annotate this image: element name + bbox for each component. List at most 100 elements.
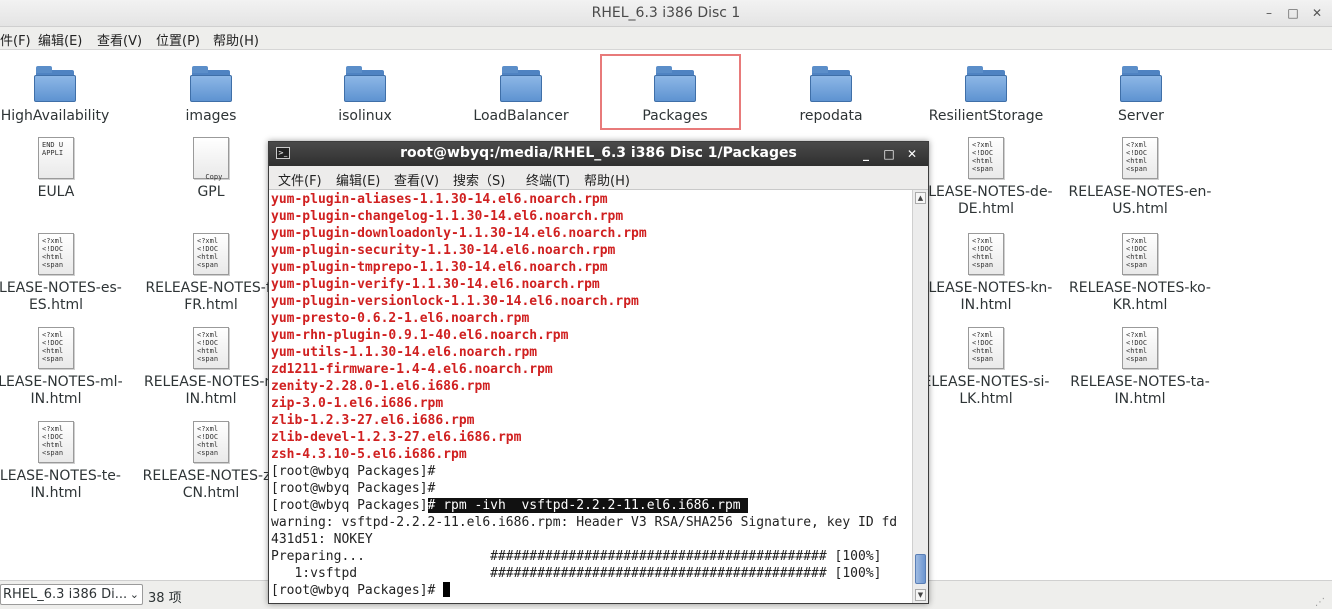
terminal-menu-terminal[interactable]: 终端(T): [526, 170, 570, 189]
document-icon: Copy: [193, 137, 229, 181]
location-select-value: RHEL_6.3 i386 Di...: [3, 587, 128, 602]
file-label: ELEASE-NOTES-es-: [0, 280, 122, 296]
file-label: IN.html: [960, 297, 1012, 313]
file-label: IN.html: [30, 485, 82, 501]
folder-item[interactable]: Server: [1066, 64, 1216, 125]
menu-help[interactable]: 帮助(H): [213, 30, 259, 49]
document-icon: <?xml <!DOC <html <span: [193, 233, 229, 275]
terminal-titlebar[interactable]: >_ root@wbyq:/media/RHEL_6.3 i386 Disc 1…: [269, 142, 928, 166]
file-item[interactable]: <?xml <!DOC <html <span RELEASE-NOTES-fr…: [136, 233, 286, 314]
terminal-maximize-button[interactable]: □: [881, 145, 897, 163]
folder-item-selected[interactable]: Packages: [600, 64, 750, 125]
window-title: RHEL_6.3 i386 Disc 1: [591, 5, 741, 21]
folder-icon: [654, 64, 696, 102]
document-icon: <?xml <!DOC <html <span: [968, 327, 1004, 369]
file-label: KR.html: [1112, 297, 1168, 313]
terminal-line: yum-plugin-verify-1.1.30-14.el6.noarch.r…: [271, 277, 600, 292]
folder-item[interactable]: LoadBalancer: [446, 64, 596, 125]
folder-label: HighAvailability: [0, 108, 110, 124]
folder-item[interactable]: ResilientStorage: [911, 64, 1061, 125]
terminal-line: warning: vsftpd-2.2.2-11.el6.i686.rpm: H…: [271, 515, 898, 530]
scroll-down-icon[interactable]: ▼: [915, 589, 926, 601]
terminal-close-button[interactable]: ✕: [904, 145, 920, 163]
terminal-line: zsh-4.3.10-5.el6.i686.rpm: [271, 447, 467, 462]
document-icon: <?xml <!DOC <html <span: [38, 233, 74, 275]
folder-label: LoadBalancer: [473, 108, 569, 124]
file-label: RELEASE-NOTES-ta-: [1070, 374, 1210, 390]
file-label: LK.html: [959, 391, 1013, 407]
terminal-line: 1:vsftpd ###############################…: [271, 566, 882, 581]
item-count: 38 项: [148, 591, 182, 606]
file-item[interactable]: <?xml <!DOC <html <span ELEASE-NOTES-es-…: [0, 233, 131, 314]
terminal-menu-search[interactable]: 搜索（S): [453, 170, 505, 189]
menu-places[interactable]: 位置(P): [156, 30, 200, 49]
document-icon: <?xml <!DOC <html <span: [1122, 137, 1158, 179]
folder-item[interactable]: HighAvailability: [0, 64, 130, 125]
terminal-line: yum-plugin-downloadonly-1.1.30-14.el6.no…: [271, 226, 647, 241]
document-icon: END U APPLI: [38, 137, 74, 179]
terminal-menu-edit[interactable]: 编辑(E): [336, 170, 380, 189]
file-item[interactable]: <?xml <!DOC <html <span RELEASE-NOTES-zh…: [136, 421, 286, 502]
terminal-line: yum-plugin-changelog-1.1.30-14.el6.noarc…: [271, 209, 624, 224]
folder-icon: [965, 64, 1007, 102]
file-item[interactable]: <?xml <!DOC <html <span RELEASE-NOTES-en…: [1065, 137, 1215, 218]
terminal-prompt-line: [root@wbyq Packages]#: [271, 464, 436, 479]
terminal-scrollbar[interactable]: ▲ ▼: [912, 190, 928, 603]
terminal-line: Preparing... ###########################…: [271, 549, 882, 564]
terminal-line: yum-plugin-versionlock-1.1.30-14.el6.noa…: [271, 294, 639, 309]
resize-grip-icon[interactable]: ⋰: [1315, 597, 1329, 608]
terminal-menubar: 文件(F) 编辑(E) 查看(V) 搜索（S) 终端(T) 帮助(H): [269, 166, 928, 190]
terminal-line: zenity-2.28.0-1.el6.i686.rpm: [271, 379, 491, 394]
file-item[interactable]: <?xml <!DOC <html <span RELEASE-NOTES-ko…: [1065, 233, 1215, 314]
terminal-menu-view[interactable]: 查看(V): [394, 170, 439, 189]
terminal-line: yum-rhn-plugin-0.9.1-40.el6.noarch.rpm: [271, 328, 569, 343]
terminal-line: yum-plugin-tmprepo-1.1.30-14.el6.noarch.…: [271, 260, 608, 275]
folder-item[interactable]: repodata: [756, 64, 906, 125]
file-item[interactable]: <?xml <!DOC <html <span RELEASE-NOTES-ta…: [1065, 327, 1215, 408]
file-item[interactable]: Copy GPL: [136, 137, 286, 201]
file-label: IN.html: [30, 391, 82, 407]
file-label: FR.html: [184, 297, 238, 313]
scroll-up-icon[interactable]: ▲: [915, 192, 926, 204]
folder-label: repodata: [799, 108, 863, 124]
terminal-line: 431d51: NOKEY: [271, 532, 373, 547]
terminal-window[interactable]: >_ root@wbyq:/media/RHEL_6.3 i386 Disc 1…: [268, 141, 929, 604]
file-manager-titlebar[interactable]: RHEL_6.3 i386 Disc 1 – □ ✕: [0, 0, 1332, 27]
file-item[interactable]: <?xml <!DOC <html <span RELEASE-NOTES-m …: [136, 327, 286, 408]
file-item[interactable]: <?xml <!DOC <html <span ELEASE-NOTES-si-…: [911, 327, 1061, 408]
terminal-menu-help[interactable]: 帮助(H): [584, 170, 630, 189]
location-select[interactable]: RHEL_6.3 i386 Di... ⌄: [0, 584, 143, 605]
document-icon: <?xml <!DOC <html <span: [1122, 327, 1158, 369]
minimize-button[interactable]: –: [1260, 4, 1278, 22]
terminal-prompt: [root@wbyq Packages]#: [271, 583, 444, 598]
terminal-output[interactable]: yum-plugin-aliases-1.1.30-14.el6.noarch.…: [269, 190, 912, 603]
scrollbar-thumb[interactable]: [915, 554, 926, 584]
terminal-title: root@wbyq:/media/RHEL_6.3 i386 Disc 1/Pa…: [400, 145, 797, 161]
folder-item[interactable]: images: [136, 64, 286, 125]
folder-icon: [344, 64, 386, 102]
terminal-minimize-button[interactable]: _: [858, 145, 874, 163]
file-item[interactable]: <?xml <!DOC <html <span ELEASE-NOTES-te-…: [0, 421, 131, 502]
terminal-menu-file[interactable]: 文件(F): [278, 170, 322, 189]
folder-icon: [34, 64, 76, 102]
terminal-line: yum-utils-1.1.30-14.el6.noarch.rpm: [271, 345, 538, 360]
folder-item[interactable]: isolinux: [290, 64, 440, 125]
menu-view[interactable]: 查看(V): [97, 30, 142, 49]
file-item[interactable]: <?xml <!DOC <html <span ELEASE-NOTES-ml-…: [0, 327, 131, 408]
text-cursor: [443, 582, 451, 597]
file-label: RELEASE-NOTES-fr: [145, 280, 277, 296]
close-button[interactable]: ✕: [1308, 4, 1326, 22]
file-item[interactable]: END U APPLI EULA: [0, 137, 131, 201]
file-label: ES.html: [28, 297, 84, 313]
terminal-line: zd1211-firmware-1.4-4.el6.noarch.rpm: [271, 362, 553, 377]
file-label: IN.html: [185, 391, 237, 407]
file-label: RELEASE-NOTES-m: [143, 374, 279, 390]
maximize-button[interactable]: □: [1284, 4, 1302, 22]
file-label: RELEASE-NOTES-en-: [1068, 184, 1212, 200]
file-item[interactable]: <?xml <!DOC <html <span ELEASE-NOTES-de-…: [911, 137, 1061, 218]
file-label: RELEASE-NOTES-zh: [142, 468, 280, 484]
menu-file[interactable]: 件(F): [0, 30, 31, 49]
file-label: ELEASE-NOTES-kn-: [919, 280, 1053, 296]
menu-edit[interactable]: 编辑(E): [38, 30, 82, 49]
file-item[interactable]: <?xml <!DOC <html <span ELEASE-NOTES-kn-…: [911, 233, 1061, 314]
